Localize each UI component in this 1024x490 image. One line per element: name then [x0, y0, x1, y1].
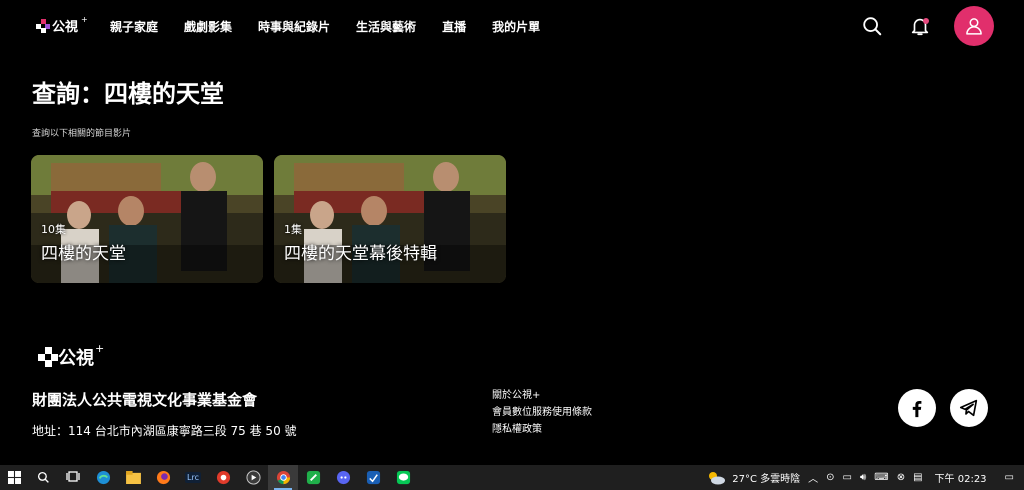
logo-mark-icon	[36, 18, 50, 33]
facebook-button[interactable]	[898, 389, 936, 427]
app-icon	[216, 470, 230, 485]
header-actions	[844, 6, 994, 46]
nav-item-documentary[interactable]: 時事與紀錄片	[258, 18, 330, 35]
main-nav: 親子家庭 戲劇影集 時事與紀錄片 生活與藝術 直播 我的片單	[110, 18, 566, 35]
facebook-icon	[912, 400, 922, 418]
user-avatar-button[interactable]	[954, 6, 994, 46]
organization-name: 財團法人公共電視文化事業基金會	[32, 391, 258, 409]
edge-icon	[96, 470, 110, 485]
volume-icon[interactable]: 🔊︎	[860, 472, 866, 483]
chevron-up-icon[interactable]: ︿	[808, 470, 818, 485]
taskbar-app-line[interactable]	[388, 465, 418, 490]
logo-mark-icon	[38, 347, 58, 367]
program-card[interactable]: 10集 四樓的天堂	[31, 155, 263, 283]
telegram-button[interactable]	[950, 389, 988, 427]
search-button[interactable]	[852, 6, 892, 46]
footer-links: 關於公視+ 會員數位服務使用條款 隱私權政策	[492, 389, 592, 437]
taskbar-app-green[interactable]	[298, 465, 328, 490]
search-icon	[37, 471, 49, 483]
link-privacy[interactable]: 隱私權政策	[492, 423, 592, 437]
weather-text[interactable]: 27°C 多雲時陰	[732, 470, 800, 485]
episode-count: 1集	[284, 223, 302, 236]
app-icon	[306, 470, 320, 485]
link-about[interactable]: 關於公視+	[492, 389, 592, 403]
nav-item-family[interactable]: 親子家庭	[110, 18, 158, 35]
top-navigation-bar: 公視 + 親子家庭 戲劇影集 時事與紀錄片 生活與藝術 直播 我的片單	[0, 0, 1024, 52]
results-list: 10集 四樓的天堂 1集 四樓的天堂幕後特輯	[31, 155, 506, 283]
calendar-icon[interactable]: ▤	[913, 472, 922, 483]
system-tray: 27°C 多雲時陰 ︿ ⊙ ▭ 🔊︎ ⌨︎ ⊗ ▤ 下午 02:23 ▭	[706, 465, 1024, 490]
logo-text: 公視	[58, 348, 94, 369]
program-title: 四樓的天堂幕後特輯	[284, 244, 437, 264]
weather-icon	[709, 471, 726, 484]
taskbar-app-lrc[interactable]: Lrc	[178, 465, 208, 490]
results-subtitle: 查詢以下相關的節目影片	[32, 129, 132, 139]
taskbar-app-chrome[interactable]	[268, 465, 298, 490]
logo-plus: +	[81, 15, 88, 24]
lrc-icon: Lrc	[185, 472, 201, 483]
site-logo[interactable]: 公視 +	[36, 15, 88, 35]
task-view-icon	[66, 471, 80, 482]
episode-count: 10集	[41, 223, 66, 236]
program-card[interactable]: 1集 四樓的天堂幕後特輯	[274, 155, 506, 283]
taskbar-app-edge[interactable]	[88, 465, 118, 490]
taskbar-app-red[interactable]	[208, 465, 238, 490]
app-icon	[245, 470, 261, 485]
nav-item-lifestyle-arts[interactable]: 生活與藝術	[356, 18, 416, 35]
clock[interactable]: 下午 02:23	[935, 470, 987, 485]
keyboard-icon[interactable]: ⌨︎	[874, 472, 888, 483]
telegram-icon	[959, 399, 978, 417]
taskbar-app-media[interactable]	[238, 465, 268, 490]
logo-plus: +	[95, 341, 105, 355]
tray-icon[interactable]: ⊙	[826, 472, 834, 483]
windows-start-icon	[7, 471, 21, 484]
windows-taskbar: Lrc 27°C 多雲時陰 ︿ ⊙ ▭ 🔊︎ ⌨︎ ⊗ ▤ 下午 02:23 ▭	[0, 465, 1024, 490]
nav-item-my-list[interactable]: 我的片單	[492, 18, 540, 35]
nav-item-live[interactable]: 直播	[442, 18, 466, 35]
program-title: 四樓的天堂	[41, 244, 126, 264]
taskbar-app-discord[interactable]	[328, 465, 358, 490]
firefox-icon	[156, 470, 170, 485]
page-title: 查詢：四樓的天堂	[32, 80, 224, 108]
discord-icon	[336, 470, 350, 485]
footer-logo[interactable]: 公視 +	[38, 341, 105, 370]
chrome-icon	[276, 470, 290, 485]
file-explorer-icon	[125, 471, 141, 484]
organization-address: 地址：114 台北市內湖區康寧路三段 75 巷 50 號	[32, 424, 297, 438]
nav-item-drama[interactable]: 戲劇影集	[184, 18, 232, 35]
notification-center-icon[interactable]: ▭	[1005, 472, 1014, 483]
start-button[interactable]	[0, 465, 28, 490]
task-view-button[interactable]	[58, 465, 88, 490]
link-terms[interactable]: 會員數位服務使用條款	[492, 406, 592, 420]
taskbar-app-firefox[interactable]	[148, 465, 178, 490]
taskbar-search-button[interactable]	[28, 465, 58, 490]
line-icon	[396, 470, 410, 485]
taskbar-app-blue[interactable]	[358, 465, 388, 490]
close-icon[interactable]: ⊗	[897, 472, 905, 483]
social-links	[898, 389, 988, 427]
app-icon	[366, 470, 380, 485]
network-icon[interactable]: ▭	[843, 472, 852, 483]
user-icon	[966, 18, 982, 35]
notifications-button[interactable]	[900, 6, 940, 46]
logo-text: 公視	[52, 20, 79, 35]
taskbar-app-explorer[interactable]	[118, 465, 148, 490]
notification-badge	[923, 18, 929, 24]
search-icon	[863, 17, 882, 36]
